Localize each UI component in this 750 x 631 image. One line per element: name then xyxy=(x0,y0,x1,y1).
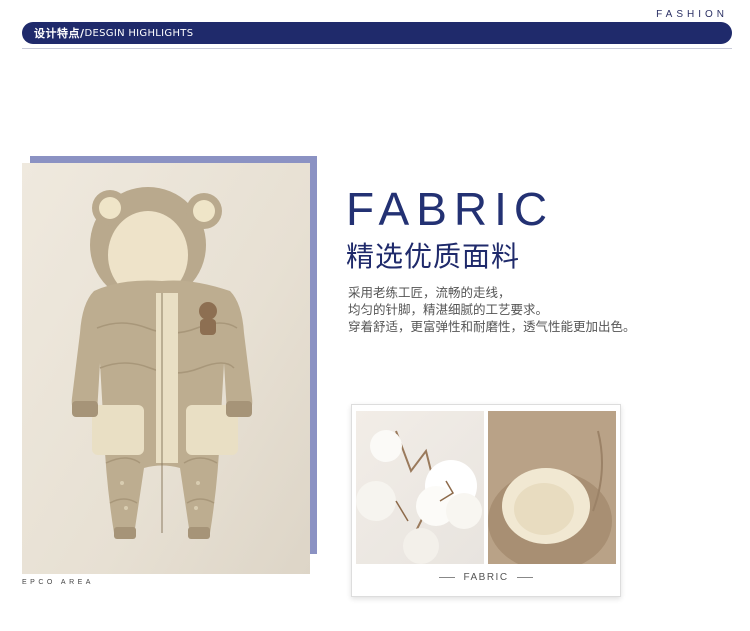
label-dash-left xyxy=(439,576,456,578)
card-label: FABRIC xyxy=(463,571,509,583)
card-label-row: FABRIC xyxy=(352,568,620,586)
label-dash-right xyxy=(516,576,533,578)
body-line: 采用老练工匠，流畅的走线， xyxy=(348,285,511,300)
photo-caption: EPCO AREA xyxy=(22,579,94,586)
section-title-en: FABRIC xyxy=(346,183,555,235)
cotton-bolls-illustration xyxy=(356,430,482,564)
section-banner: 设计特点/ DESGIN HIGHLIGHTS xyxy=(22,22,732,44)
header-divider xyxy=(22,48,732,49)
body-line: 均匀的针脚，精湛细腻的工艺要求。 xyxy=(348,302,549,317)
fleece-cuff-illustration xyxy=(488,411,616,564)
section-title-cn: 精选优质面料 xyxy=(346,240,521,273)
product-photo xyxy=(22,163,310,574)
fashion-tag: FASHION xyxy=(656,9,728,20)
banner-title-en: DESGIN HIGHLIGHTS xyxy=(84,27,194,39)
section-body: 采用老练工匠，流畅的走线， 均匀的针脚，精湛细腻的工艺要求。 穿着舒适，更富弹性… xyxy=(348,284,718,335)
baby-romper-illustration xyxy=(71,187,253,539)
banner-title-cn: 设计特点/ xyxy=(34,27,85,40)
body-line: 穿着舒适，更富弹性和耐磨性，透气性能更加出色。 xyxy=(348,319,636,334)
fleece-lining-photo xyxy=(488,411,616,564)
cotton-photo xyxy=(356,411,484,564)
fabric-detail-card: FABRIC xyxy=(351,404,621,597)
